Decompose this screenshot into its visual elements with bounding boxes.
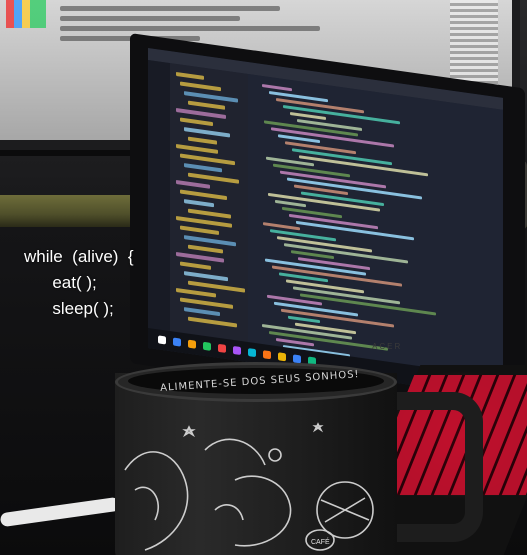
ide-activity-bar	[148, 60, 170, 352]
taskbar-app-icon	[248, 348, 256, 358]
explorer-row	[180, 261, 211, 270]
explorer-row	[184, 199, 214, 208]
photo-scene: ACER while (alive) { eat( ); sleep( ); A…	[0, 0, 527, 555]
code-line	[262, 84, 292, 92]
code-line	[275, 199, 306, 208]
taskbar-app-icon	[233, 345, 241, 356]
explorer-row	[184, 163, 222, 173]
ide-file-explorer	[170, 63, 248, 343]
taskbar-app-icon	[203, 341, 211, 351]
explorer-row	[176, 287, 216, 298]
taskbar-app-icon	[263, 350, 271, 360]
code-line	[288, 315, 320, 324]
explorer-row	[188, 244, 223, 254]
ide-code-editor	[248, 74, 503, 378]
taskbar-app-icon	[158, 335, 166, 345]
explorer-row	[180, 117, 213, 127]
mug-illustration: CAFÉ	[124, 422, 374, 551]
explorer-row	[176, 143, 218, 154]
explorer-row	[180, 225, 219, 235]
laptop-screen	[148, 48, 503, 398]
taskbar-app-icon	[188, 339, 196, 349]
taskbar-app-icon	[218, 343, 226, 353]
explorer-row	[184, 127, 230, 138]
explorer-row	[176, 179, 210, 189]
overlay-code-line-1: while (alive) {	[24, 247, 134, 266]
overlay-code-line-2: eat( );	[24, 273, 97, 292]
taskbar-app-icon	[278, 352, 286, 362]
taskbar-app-icon	[173, 337, 181, 347]
overlay-code-caption: while (alive) { eat( ); sleep( );	[24, 244, 134, 322]
explorer-row	[184, 271, 228, 282]
explorer-row	[184, 307, 220, 317]
overlay-code-line-3: sleep( );	[24, 299, 114, 318]
explorer-row	[188, 136, 217, 145]
explorer-row	[188, 316, 237, 328]
explorer-row	[188, 100, 225, 110]
explorer-row	[180, 81, 221, 92]
mug-cafe-label: CAFÉ	[311, 537, 330, 546]
explorer-row	[188, 208, 231, 219]
laptop-brand-logo: ACER	[372, 342, 403, 351]
mug-handle	[388, 392, 483, 542]
code-line	[263, 222, 300, 231]
explorer-row	[176, 71, 204, 80]
